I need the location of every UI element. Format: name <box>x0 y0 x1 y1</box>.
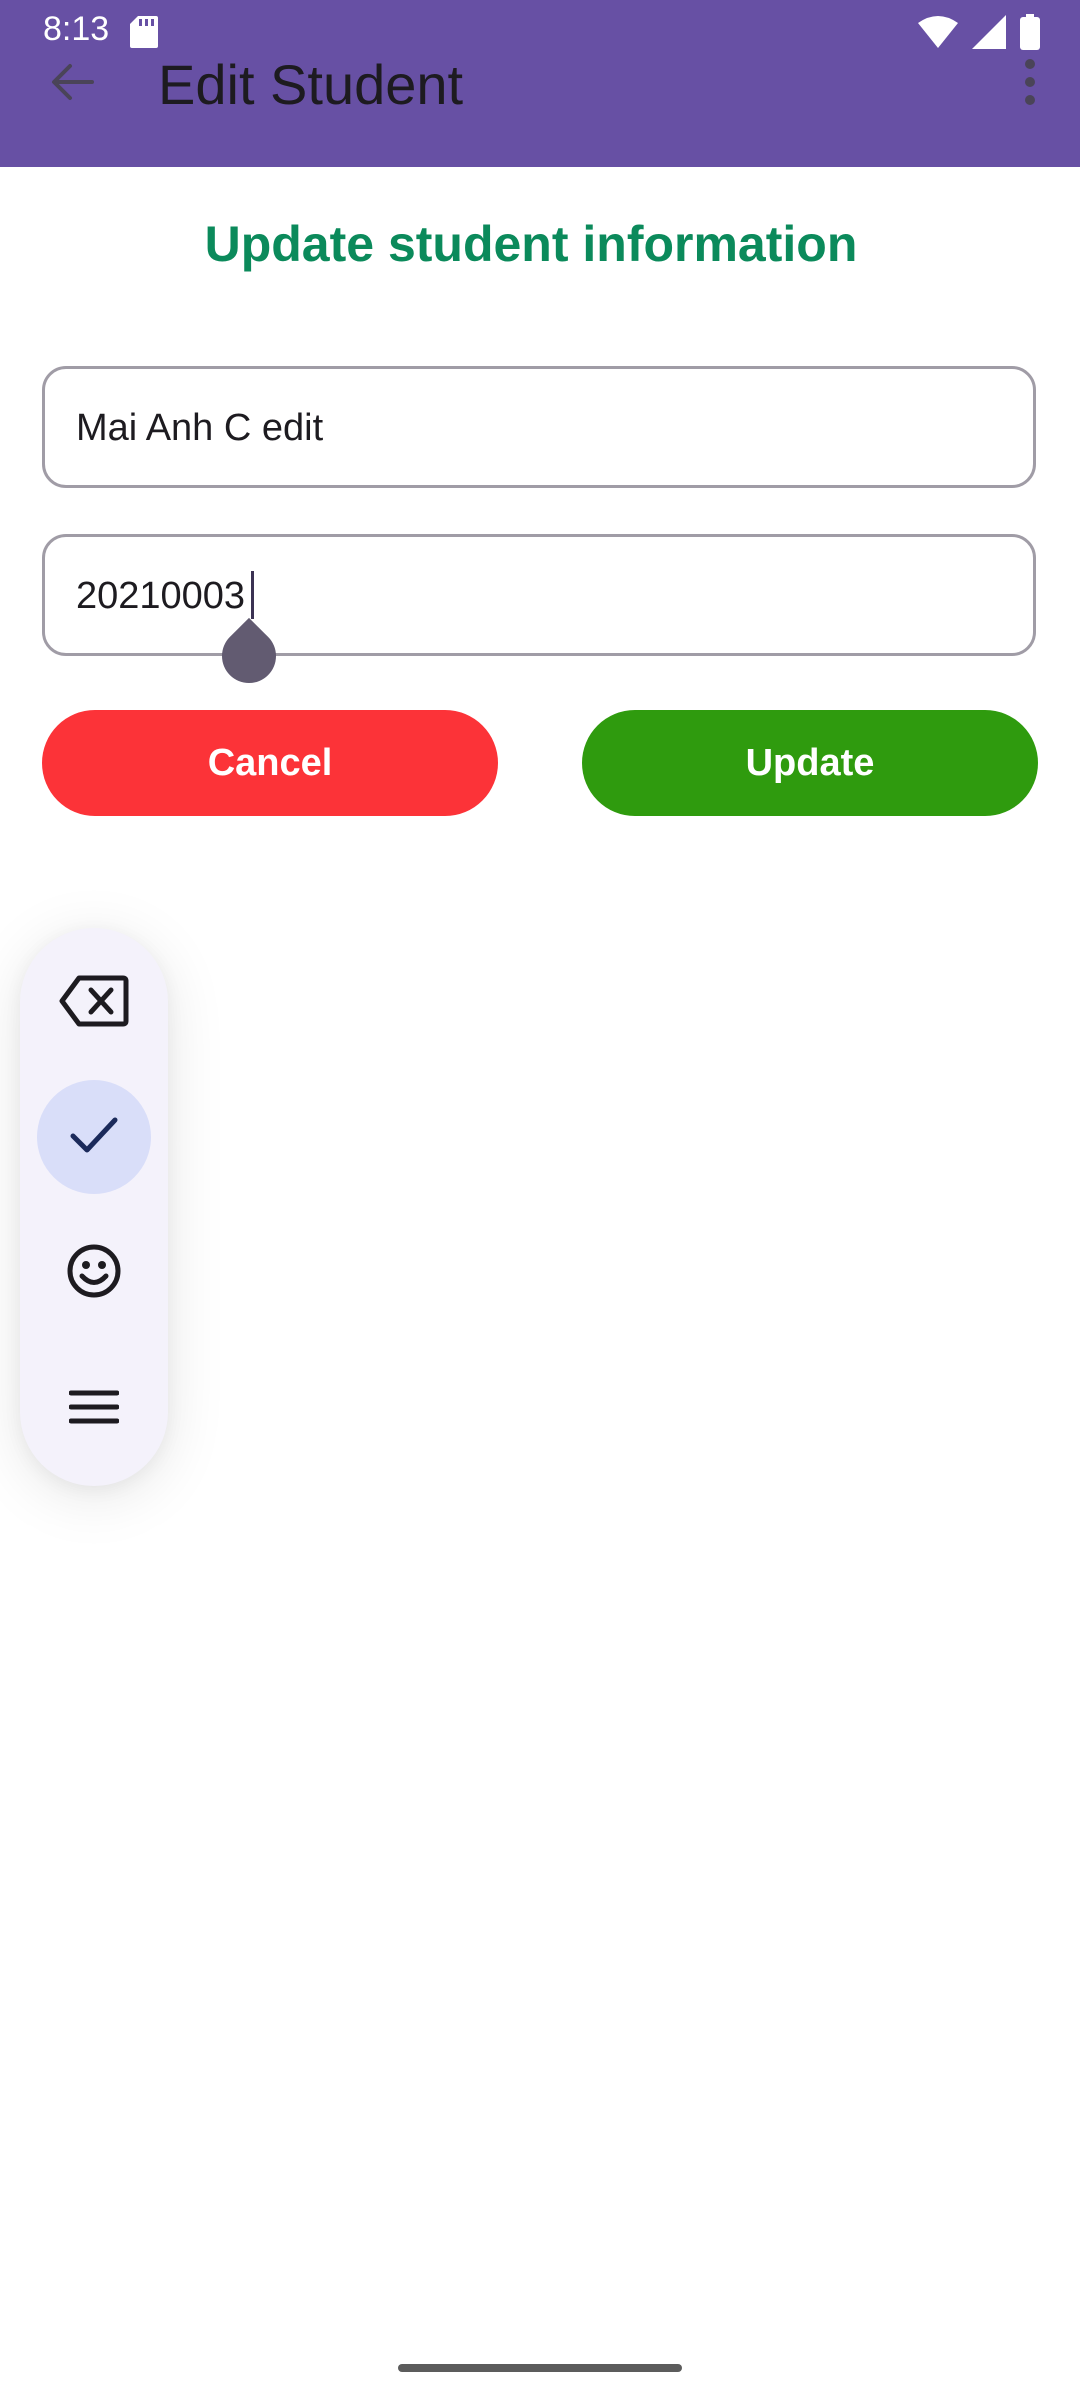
back-button[interactable] <box>40 52 104 116</box>
cancel-button[interactable]: Cancel <box>42 710 498 816</box>
menu-icon <box>68 1389 120 1430</box>
more-vert-icon <box>1024 58 1036 111</box>
page-title: Edit Student <box>158 53 464 116</box>
student-id-field[interactable]: 20210003 <box>42 534 1036 656</box>
student-name-value: Mai Anh C edit <box>76 407 324 449</box>
update-button[interactable]: Update <box>582 710 1038 816</box>
form-heading: Update student information <box>204 216 858 272</box>
overflow-menu-button[interactable] <box>1008 52 1052 116</box>
home-indicator[interactable] <box>398 2364 682 2372</box>
signal-icon <box>972 15 1006 54</box>
backspace-icon <box>59 975 129 1032</box>
status-icons <box>918 14 1040 55</box>
backspace-button[interactable] <box>37 946 151 1060</box>
emoji-icon <box>66 1243 122 1304</box>
text-cursor <box>251 571 254 619</box>
check-icon <box>70 1116 118 1159</box>
keyboard-menu-button[interactable] <box>37 1352 151 1466</box>
battery-icon <box>1020 14 1040 55</box>
arrow-back-icon <box>50 62 94 107</box>
done-button[interactable] <box>37 1080 151 1194</box>
wifi-icon <box>918 15 958 54</box>
sd-card-icon <box>130 16 158 53</box>
student-id-value: 20210003 <box>76 575 246 617</box>
emoji-button[interactable] <box>37 1216 151 1330</box>
floating-keyboard-toolbar <box>20 928 168 1486</box>
student-name-field[interactable]: Mai Anh C edit <box>42 366 1036 488</box>
status-time: 8:13 <box>43 10 110 48</box>
app-bar: 8:13 Edit Student <box>0 0 1080 167</box>
